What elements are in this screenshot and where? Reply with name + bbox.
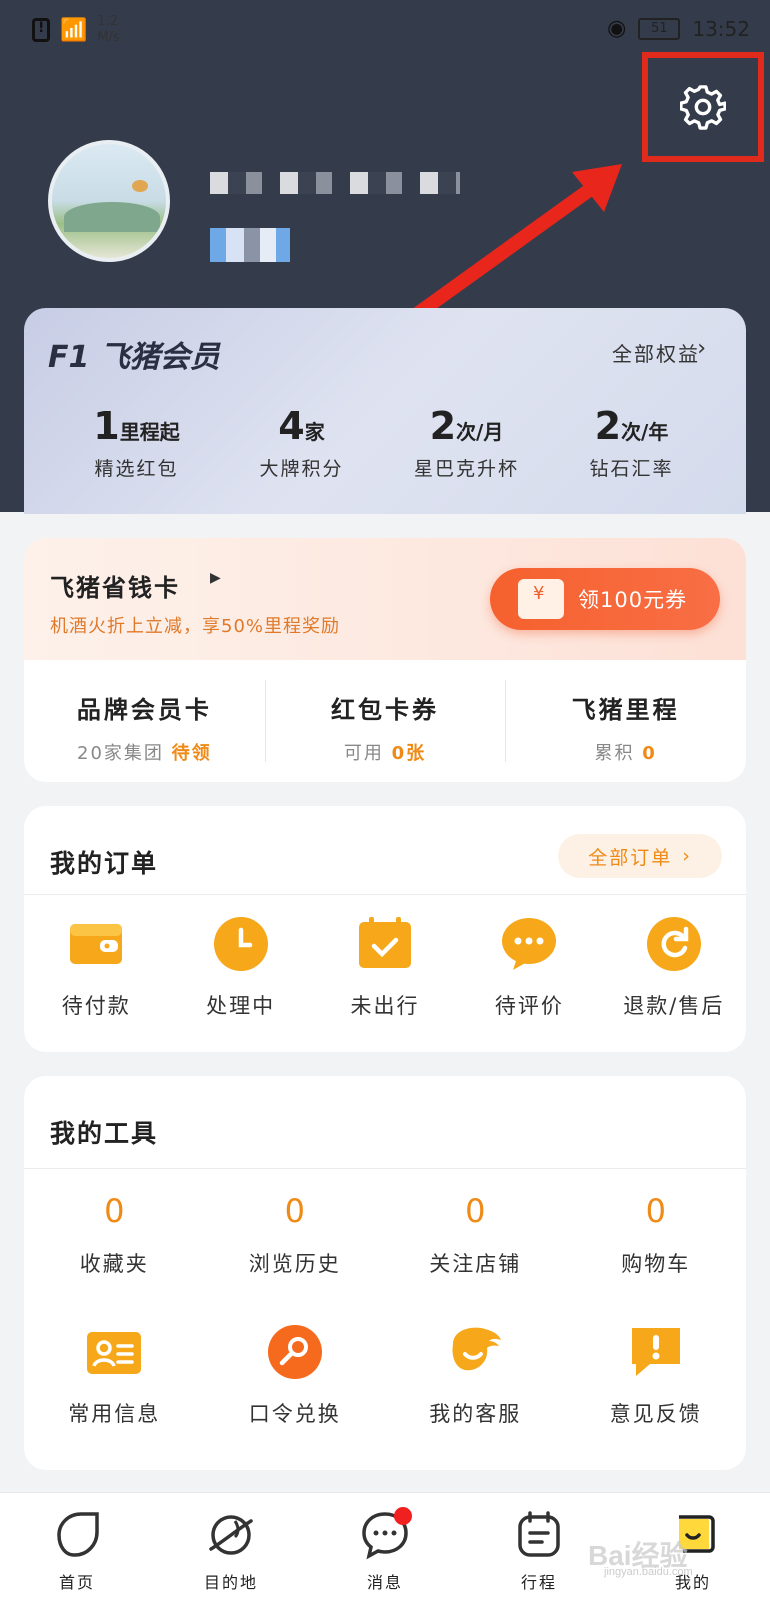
tool-common-info[interactable]: 常用信息: [24, 1322, 205, 1428]
nav-destination[interactable]: 目的地: [154, 1493, 308, 1600]
order-to-review[interactable]: 待评价: [457, 914, 601, 1020]
unread-badge: [394, 1507, 412, 1525]
vip-stat[interactable]: 4家 大牌积分: [219, 404, 384, 481]
savings-banner[interactable]: 飞猪省钱卡 ▶ 机酒火折上立减，享50%里程奖励 领100元券: [24, 538, 746, 660]
brand-member-card[interactable]: 品牌会员卡 20家集团 待领: [24, 660, 265, 782]
tools-title: 我的工具: [50, 1119, 159, 1148]
chevron-right-icon: ›: [697, 336, 706, 361]
eye-comfort-icon: ◉: [607, 16, 627, 41]
my-orders-card: 我的订单 全部订单 › 待付款 处理中 未出行 待评价 退款/售后: [24, 806, 746, 1052]
caret-right-icon: ▶: [210, 570, 221, 586]
username-mosaic: [210, 172, 460, 194]
alert-icon: [32, 18, 50, 42]
orders-title: 我的订单: [50, 849, 159, 878]
refund-icon: [646, 917, 701, 971]
home-leaf-icon: [57, 1512, 99, 1557]
followed-shops-count[interactable]: 0 关注店铺: [385, 1192, 566, 1278]
order-pending-payment[interactable]: 待付款: [24, 914, 168, 1020]
clock-time: 13:52: [692, 16, 750, 41]
vip-stat[interactable]: 1里程起 精选红包: [54, 404, 219, 481]
settings-highlight-box: [642, 52, 764, 162]
vip-stat[interactable]: 2次/年 钻石汇率: [549, 404, 714, 481]
coupons-cell[interactable]: 红包卡券 可用 0张: [264, 660, 506, 782]
tool-feedback[interactable]: 意见反馈: [566, 1322, 747, 1428]
mileage-cell[interactable]: 飞猪里程 累积 0: [505, 660, 746, 782]
cart-count[interactable]: 0 购物车: [566, 1192, 747, 1278]
vip-logo: F1 飞猪会员: [48, 340, 220, 375]
tool-code-redeem[interactable]: 口令兑换: [205, 1322, 386, 1428]
network-speed: 1.2 M/s: [97, 14, 120, 45]
status-bar: 📶 1.2 M/s ◉ 51 13:52: [0, 0, 770, 60]
favorites-count[interactable]: 0 收藏夹: [24, 1192, 205, 1278]
history-count[interactable]: 0 浏览历史: [205, 1192, 386, 1278]
key-icon: [267, 1325, 322, 1379]
battery-icon: 51: [638, 17, 681, 40]
watermark-url: jingyan.baidu.com: [604, 1566, 693, 1578]
vip-stat[interactable]: 2次/月 星巴克升杯: [384, 404, 549, 481]
savings-card: 飞猪省钱卡 ▶ 机酒火折上立减，享50%里程奖励 领100元券 品牌会员卡 20…: [24, 538, 746, 782]
contact-card-icon: [87, 1332, 142, 1374]
settings-gear-icon[interactable]: [680, 84, 726, 130]
nav-messages[interactable]: 消息: [308, 1493, 462, 1600]
itinerary-icon: [518, 1511, 560, 1557]
savings-subtitle: 机酒火折上立减，享50%里程奖励: [50, 616, 341, 637]
red-envelope-icon: [518, 579, 564, 619]
all-orders-button[interactable]: 全部订单 ›: [558, 834, 722, 878]
avatar[interactable]: [48, 140, 170, 262]
wallet-icon: [70, 924, 123, 964]
clock-icon: [213, 917, 268, 971]
order-refund[interactable]: 退款/售后: [602, 914, 746, 1020]
feedback-icon: [631, 1328, 680, 1376]
order-processing[interactable]: 处理中: [168, 914, 312, 1020]
tool-customer-service[interactable]: 我的客服: [385, 1322, 566, 1428]
nav-home[interactable]: 首页: [0, 1493, 154, 1600]
vip-membership-card[interactable]: F1 飞猪会员 全部权益 › 1里程起 精选红包 4家 大牌积分 2次/月 星巴…: [24, 308, 746, 514]
service-wing-icon: [452, 1327, 502, 1371]
claim-coupon-button[interactable]: 领100元券: [490, 568, 720, 630]
savings-title: 飞猪省钱卡: [50, 574, 180, 602]
wifi-icon: 📶: [60, 17, 88, 43]
chevron-right-icon: ›: [682, 845, 692, 867]
calendar-check-icon: [359, 917, 412, 968]
all-benefits-link[interactable]: 全部权益: [612, 338, 700, 367]
order-not-travelled[interactable]: 未出行: [313, 914, 457, 1020]
user-level-mosaic: [210, 228, 290, 262]
my-tools-card: 我的工具 0 收藏夹 0 浏览历史 0 关注店铺 0 购物车 常用信息 口令兑换…: [24, 1076, 746, 1470]
planet-icon: [209, 1515, 253, 1555]
chat-dots-icon: [502, 918, 557, 970]
